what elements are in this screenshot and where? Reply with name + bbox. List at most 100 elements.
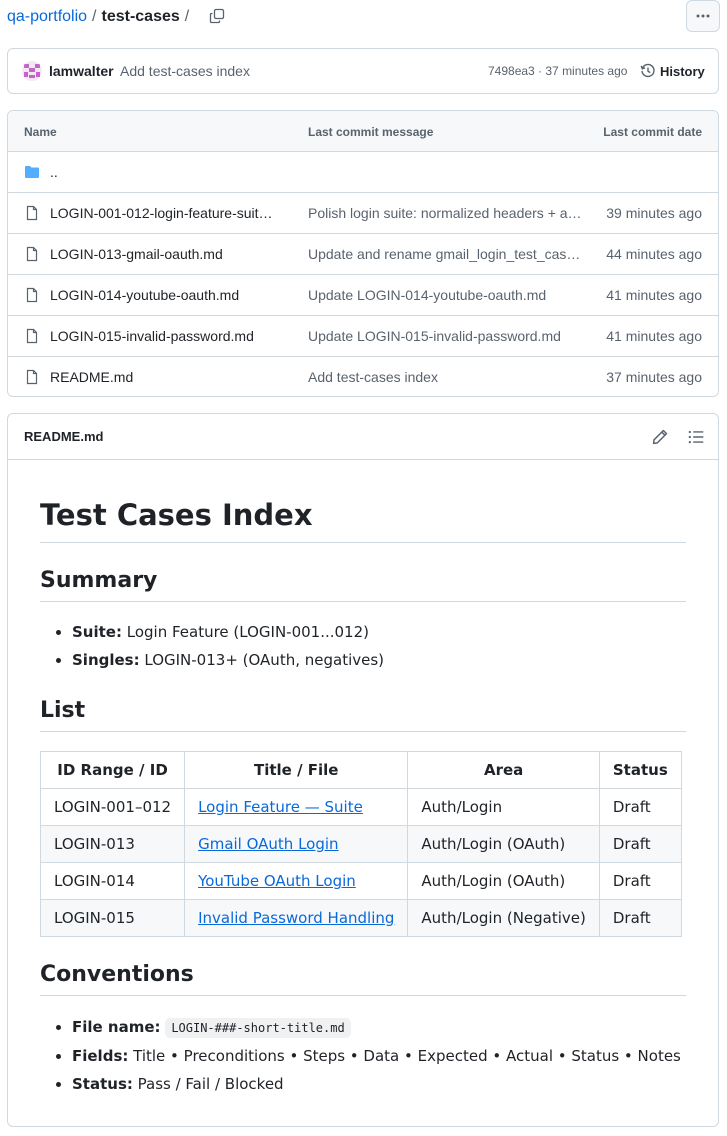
- cell-status: Draft: [598, 862, 682, 900]
- file-row[interactable]: LOGIN-015-invalid-password.md Update LOG…: [8, 316, 718, 357]
- avatar[interactable]: [22, 61, 42, 81]
- file-commit-message-link[interactable]: Update LOGIN-015-invalid-password.md: [308, 328, 586, 344]
- summary-singles-text: LOGIN-013+ (OAuth, negatives): [139, 651, 385, 669]
- file-commit-message-link[interactable]: Add test-cases index: [308, 369, 586, 385]
- table-row: LOGIN-015 Invalid Password Handling Auth…: [39, 899, 682, 937]
- file-name-link[interactable]: LOGIN-001-012-login-feature-suite.md: [50, 205, 280, 221]
- cell-title: Gmail OAuth Login: [184, 825, 409, 863]
- list-item: Status: Pass / Fail / Blocked: [72, 1070, 681, 1098]
- parent-directory-link[interactable]: ..: [50, 164, 280, 180]
- status-label: Status:: [72, 1075, 133, 1093]
- table-row: LOGIN-013 Gmail OAuth Login Auth/Login (…: [39, 825, 682, 863]
- cell-status: Draft: [598, 788, 682, 826]
- column-header-name: Name: [24, 125, 57, 139]
- file-name-link[interactable]: LOGIN-015-invalid-password.md: [50, 328, 280, 344]
- list-item: Singles: LOGIN-013+ (OAuth, negatives): [72, 646, 384, 674]
- column-header-last-commit-date: Last commit date: [603, 125, 702, 139]
- table-row: LOGIN-014 YouTube OAuth Login Auth/Login…: [39, 862, 682, 900]
- file-commit-message-link[interactable]: Polish login suite: normalized headers +…: [308, 205, 586, 221]
- file-name-link[interactable]: README.md: [50, 369, 280, 385]
- test-case-index-table: ID Range / ID Title / File Area Status L…: [39, 751, 682, 937]
- folder-icon: [25, 166, 39, 178]
- summary-suite-label: Suite:: [72, 623, 122, 641]
- identicon-icon: [22, 61, 42, 81]
- outline-button[interactable]: [687, 428, 705, 446]
- summary-heading: Summary: [40, 566, 686, 602]
- file-row[interactable]: README.md Add test-cases index 37 minute…: [8, 357, 718, 396]
- column-header-status: Status: [598, 751, 682, 789]
- kebab-horizontal-icon: [696, 14, 710, 18]
- file-name-label: File name:: [72, 1018, 161, 1036]
- cell-id: LOGIN-014: [39, 862, 186, 900]
- commit-author-link[interactable]: lamwalter: [49, 63, 114, 79]
- file-icon: [26, 287, 38, 303]
- file-row[interactable]: LOGIN-013-gmail-oauth.md Update and rena…: [8, 234, 718, 275]
- cell-area: Auth/Login (Negative): [407, 899, 600, 937]
- file-name-link[interactable]: LOGIN-014-youtube-oauth.md: [50, 287, 280, 303]
- copy-path-button[interactable]: [206, 5, 228, 27]
- commit-message-link[interactable]: Add test-cases index: [120, 63, 250, 79]
- list-unordered-icon: [688, 430, 704, 444]
- summary-suite-text: Login Feature (LOGIN-001...012): [121, 623, 369, 641]
- table-row: LOGIN-001–012 Login Feature — Suite Auth…: [39, 788, 682, 826]
- test-case-link[interactable]: Login Feature — Suite: [198, 798, 363, 816]
- file-commit-date: 41 minutes ago: [606, 328, 702, 344]
- commit-sha-and-time[interactable]: 7498ea3 · 37 minutes ago: [488, 64, 627, 78]
- file-icon: [26, 328, 38, 344]
- breadcrumb-separator: /: [92, 8, 97, 25]
- edit-file-button[interactable]: [651, 428, 669, 446]
- parent-directory-row[interactable]: ..: [8, 152, 718, 193]
- column-header-id: ID Range / ID: [39, 751, 186, 789]
- cell-area: Auth/Login: [407, 788, 600, 826]
- status-text: Pass / Fail / Blocked: [132, 1075, 284, 1093]
- cell-area: Auth/Login (OAuth): [407, 825, 600, 863]
- file-commit-message-link[interactable]: Update and rename gmail_login_test_case.…: [308, 246, 586, 262]
- conventions-list: File name: LOGIN-###-short-title.md Fiel…: [40, 1013, 681, 1098]
- file-icon: [26, 205, 38, 221]
- path-bar: qa-portfolio / test-cases /: [0, 0, 727, 34]
- readme-h1: Test Cases Index: [40, 496, 686, 543]
- file-name-link[interactable]: LOGIN-013-gmail-oauth.md: [50, 246, 280, 262]
- list-item: File name: LOGIN-###-short-title.md: [72, 1013, 681, 1042]
- fields-text: Title • Preconditions • Steps • Data • E…: [128, 1047, 681, 1065]
- breadcrumb-repo-link[interactable]: qa-portfolio: [7, 6, 87, 28]
- cell-status: Draft: [598, 899, 682, 937]
- file-commit-date: 44 minutes ago: [606, 246, 702, 262]
- file-commit-message-link[interactable]: Update LOGIN-014-youtube-oauth.md: [308, 287, 586, 303]
- cell-title: Login Feature — Suite: [184, 788, 409, 826]
- copy-icon: [209, 8, 225, 24]
- file-name-pattern-code: LOGIN-###-short-title.md: [165, 1018, 351, 1038]
- readme-filename[interactable]: README.md: [24, 429, 103, 444]
- list-item: Fields: Title • Preconditions • Steps • …: [72, 1042, 681, 1070]
- test-case-link[interactable]: YouTube OAuth Login: [198, 872, 356, 890]
- history-button[interactable]: History: [640, 63, 705, 79]
- file-row[interactable]: LOGIN-014-youtube-oauth.md Update LOGIN-…: [8, 275, 718, 316]
- cell-area: Auth/Login (OAuth): [407, 862, 600, 900]
- summary-singles-label: Singles:: [72, 651, 140, 669]
- file-commit-date: 41 minutes ago: [606, 287, 702, 303]
- file-commit-date: 39 minutes ago: [606, 205, 702, 221]
- test-case-link[interactable]: Invalid Password Handling: [198, 909, 394, 927]
- cell-title: Invalid Password Handling: [184, 899, 409, 937]
- file-row[interactable]: LOGIN-001-012-login-feature-suite.md Pol…: [8, 193, 718, 234]
- readme-header: README.md: [8, 414, 718, 460]
- cell-id: LOGIN-015: [39, 899, 186, 937]
- file-icon: [26, 369, 38, 385]
- column-header-title: Title / File: [184, 751, 409, 789]
- cell-id: LOGIN-013: [39, 825, 186, 863]
- summary-list: Suite: Login Feature (LOGIN-001...012) S…: [40, 618, 384, 674]
- column-header-last-commit-message: Last commit message: [308, 125, 434, 139]
- latest-commit-bar: lamwalter Add test-cases index 7498ea3 ·…: [7, 48, 719, 94]
- pencil-icon: [652, 429, 668, 445]
- fields-label: Fields:: [72, 1047, 129, 1065]
- file-list-header: Name Last commit message Last commit dat…: [8, 111, 718, 152]
- cell-status: Draft: [598, 825, 682, 863]
- readme-panel: README.md Test Cases Index Summary Suite…: [7, 413, 719, 1127]
- more-options-button[interactable]: [686, 0, 720, 32]
- file-icon: [26, 246, 38, 262]
- file-list-table: Name Last commit message Last commit dat…: [7, 110, 719, 397]
- breadcrumb: qa-portfolio / test-cases /: [7, 6, 194, 28]
- table-header-row: ID Range / ID Title / File Area Status: [39, 751, 682, 789]
- test-case-link[interactable]: Gmail OAuth Login: [198, 835, 338, 853]
- conventions-heading: Conventions: [40, 960, 686, 996]
